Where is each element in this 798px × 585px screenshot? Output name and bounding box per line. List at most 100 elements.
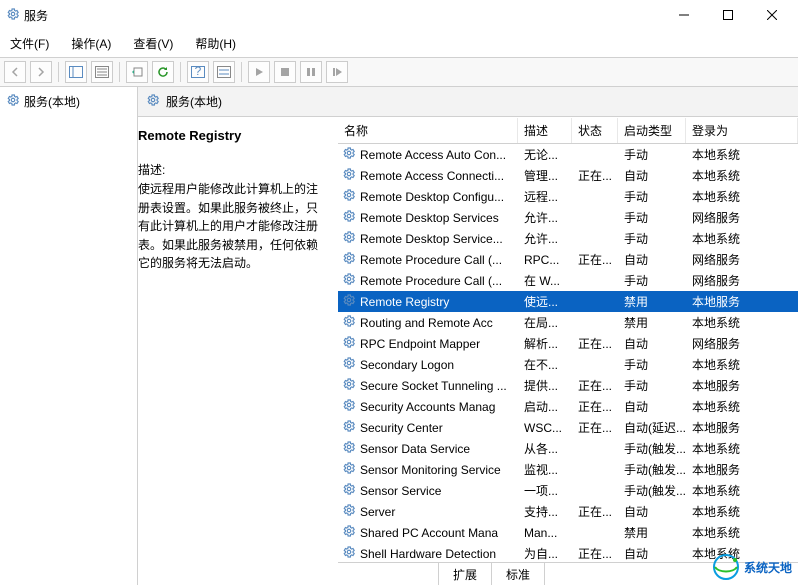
menu-file[interactable]: 文件(F) — [6, 33, 53, 54]
list-view-button[interactable] — [213, 61, 235, 83]
service-desc: 为自... — [518, 545, 572, 562]
service-row[interactable]: Security Accounts Manag启动...正在...自动本地系统 — [338, 396, 798, 417]
service-logon: 本地系统 — [686, 314, 798, 331]
service-row[interactable]: Routing and Remote Acc在局...禁用本地系统 — [338, 312, 798, 333]
column-header-status[interactable]: 状态 — [572, 118, 618, 143]
service-desc: 远程... — [518, 188, 572, 205]
column-header-logon[interactable]: 登录为 — [686, 118, 798, 143]
stop-service-button[interactable] — [274, 61, 296, 83]
service-row[interactable]: Remote Access Connecti...管理...正在...自动本地系… — [338, 165, 798, 186]
service-start: 手动(触发... — [618, 482, 686, 499]
gear-icon — [342, 398, 356, 415]
forward-button[interactable] — [30, 61, 52, 83]
service-status: 正在... — [572, 377, 618, 394]
service-row[interactable]: Remote Registry使远...禁用本地服务 — [338, 291, 798, 312]
brand-icon — [712, 553, 740, 581]
service-name: Remote Desktop Configu... — [360, 190, 504, 204]
tab-standard[interactable]: 标准 — [492, 563, 545, 585]
service-row[interactable]: Remote Procedure Call (...RPC...正在...自动网… — [338, 249, 798, 270]
detail-pane: Remote Registry 描述: 使远程用户能修改此计算机上的注册表设置。… — [138, 118, 338, 585]
service-name: Remote Procedure Call (... — [360, 274, 502, 288]
menu-action[interactable]: 操作(A) — [67, 33, 115, 54]
service-desc: 解析... — [518, 335, 572, 352]
service-logon: 网络服务 — [686, 335, 798, 352]
minimize-button[interactable] — [662, 1, 706, 29]
service-row[interactable]: Remote Desktop Configu...远程...手动本地系统 — [338, 186, 798, 207]
service-row[interactable]: Shared PC Account ManaMan...禁用本地系统 — [338, 522, 798, 543]
service-start: 自动 — [618, 167, 686, 184]
tree-root-label: 服务(本地) — [24, 93, 80, 110]
show-hide-tree-button[interactable] — [65, 61, 87, 83]
service-start: 禁用 — [618, 524, 686, 541]
properties-button[interactable] — [91, 61, 113, 83]
service-status: 正在... — [572, 545, 618, 562]
service-desc: 监视... — [518, 461, 572, 478]
help-button[interactable]: ? — [187, 61, 209, 83]
service-desc: 在 W... — [518, 272, 572, 289]
service-start: 自动 — [618, 251, 686, 268]
service-start: 手动(触发... — [618, 440, 686, 457]
service-desc: 在局... — [518, 314, 572, 331]
gear-icon — [342, 545, 356, 562]
service-row[interactable]: Security CenterWSC...正在...自动(延迟...本地服务 — [338, 417, 798, 438]
gear-icon — [342, 482, 356, 499]
service-name: Remote Desktop Service... — [360, 232, 503, 246]
gear-icon — [6, 7, 20, 24]
service-logon: 本地系统 — [686, 146, 798, 163]
service-logon: 本地系统 — [686, 482, 798, 499]
service-name: Security Center — [360, 421, 443, 435]
service-name: Remote Access Connecti... — [360, 169, 504, 183]
service-row[interactable]: Remote Procedure Call (...在 W...手动网络服务 — [338, 270, 798, 291]
maximize-button[interactable] — [706, 1, 750, 29]
gear-icon — [342, 167, 356, 184]
start-service-button[interactable] — [248, 61, 270, 83]
service-start: 手动 — [618, 356, 686, 373]
gear-icon — [342, 146, 356, 163]
service-start: 禁用 — [618, 293, 686, 310]
service-name: Sensor Data Service — [360, 442, 470, 456]
service-desc: 允许... — [518, 209, 572, 226]
service-row[interactable]: RPC Endpoint Mapper解析...正在...自动网络服务 — [338, 333, 798, 354]
tree-root[interactable]: 服务(本地) — [0, 87, 137, 116]
service-row[interactable]: Remote Access Auto Con...无论...手动本地系统 — [338, 144, 798, 165]
toolbar-separator — [58, 62, 59, 82]
column-header-start[interactable]: 启动类型 — [618, 118, 686, 143]
column-header-desc[interactable]: 描述 — [518, 118, 572, 143]
close-button[interactable] — [750, 1, 794, 29]
gear-icon — [342, 293, 356, 310]
brand-text: 系统天地 — [744, 559, 792, 576]
service-row[interactable]: Remote Desktop Services允许...手动网络服务 — [338, 207, 798, 228]
service-row[interactable]: Secure Socket Tunneling ...提供...正在...手动本… — [338, 375, 798, 396]
service-name: Routing and Remote Acc — [360, 316, 493, 330]
service-row[interactable]: Remote Desktop Service...允许...手动本地系统 — [338, 228, 798, 249]
service-logon: 本地服务 — [686, 377, 798, 394]
column-header-name[interactable]: 名称 — [338, 118, 518, 143]
service-status: 正在... — [572, 503, 618, 520]
service-start: 自动 — [618, 335, 686, 352]
pause-service-button[interactable] — [300, 61, 322, 83]
service-list: 名称 描述 状态 启动类型 登录为 Remote Access Auto Con… — [338, 118, 798, 585]
export-button[interactable] — [126, 61, 148, 83]
service-row[interactable]: Server支持...正在...自动本地系统 — [338, 501, 798, 522]
service-name: Secondary Logon — [360, 358, 454, 372]
service-row[interactable]: Sensor Monitoring Service监视...手动(触发...本地… — [338, 459, 798, 480]
tab-extended[interactable]: 扩展 — [438, 563, 492, 585]
service-row[interactable]: Sensor Data Service从各...手动(触发...本地系统 — [338, 438, 798, 459]
toolbar: ? — [0, 58, 798, 87]
detail-title: Remote Registry — [138, 128, 328, 143]
service-row[interactable]: Sensor Service一项...手动(触发...本地系统 — [338, 480, 798, 501]
service-start: 自动(延迟... — [618, 419, 686, 436]
rows-container[interactable]: Remote Access Auto Con...无论...手动本地系统Remo… — [338, 144, 798, 562]
service-name: RPC Endpoint Mapper — [360, 337, 480, 351]
service-row[interactable]: Secondary Logon在不...手动本地系统 — [338, 354, 798, 375]
refresh-button[interactable] — [152, 61, 174, 83]
column-header-row: 名称 描述 状态 启动类型 登录为 — [338, 118, 798, 144]
back-button[interactable] — [4, 61, 26, 83]
menu-view[interactable]: 查看(V) — [129, 33, 177, 54]
gear-icon — [342, 251, 356, 268]
service-desc: RPC... — [518, 253, 572, 267]
service-start: 手动 — [618, 272, 686, 289]
restart-service-button[interactable] — [326, 61, 348, 83]
service-logon: 本地系统 — [686, 440, 798, 457]
menu-help[interactable]: 帮助(H) — [191, 33, 240, 54]
